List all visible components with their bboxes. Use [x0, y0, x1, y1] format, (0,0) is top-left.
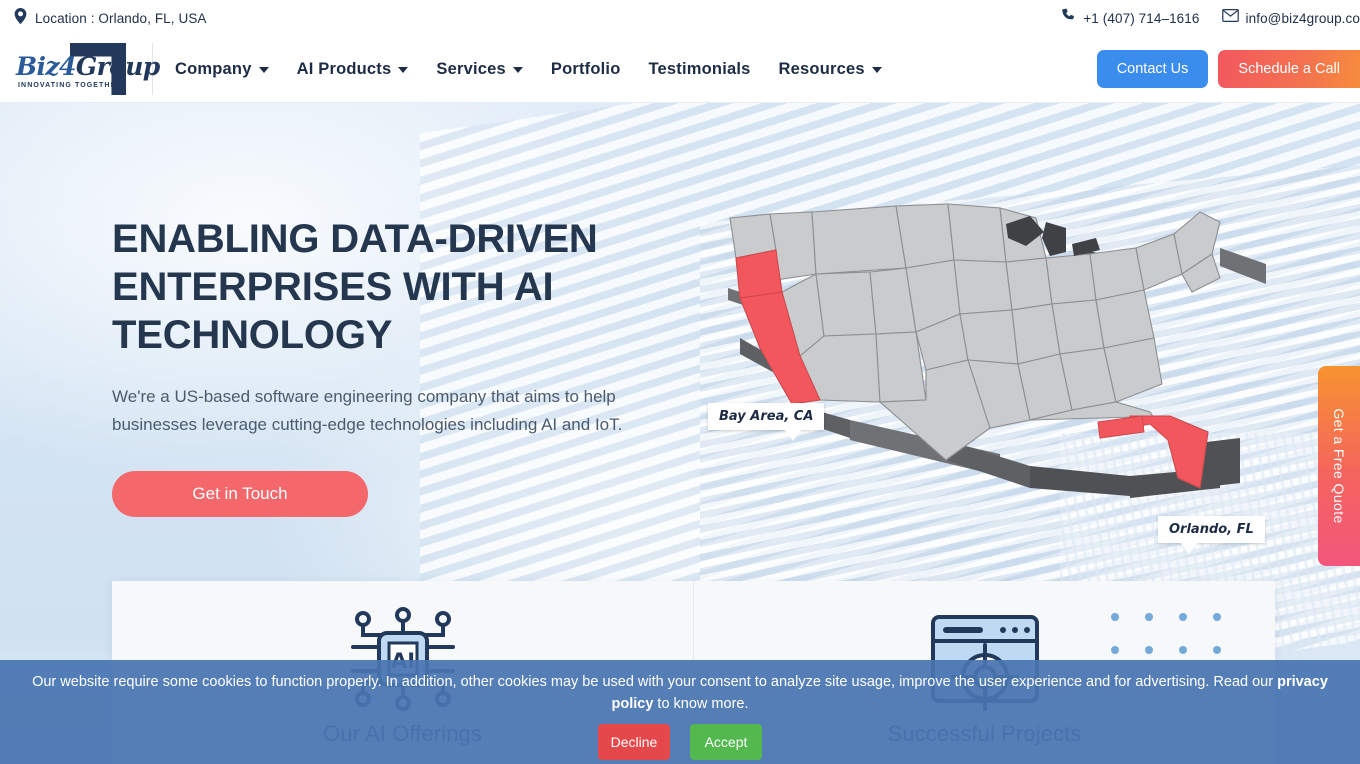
map-label-bay-area: Bay Area, CA: [708, 403, 825, 441]
dot: [1213, 613, 1221, 621]
nav-label: Services: [436, 59, 506, 78]
contact-block: +1 (407) 714–1616 info@biz4group.co: [1061, 8, 1360, 28]
map-label-orlando: Orlando, FL: [1158, 516, 1265, 554]
cookie-message: Our website require some cookies to func…: [20, 671, 1340, 715]
location-block: Location : Orlando, FL, USA: [14, 8, 207, 29]
dot: [1145, 613, 1153, 621]
nav-label: Testimonials: [648, 59, 751, 78]
us-map-svg: [728, 203, 1266, 498]
nav-item-company[interactable]: Company: [175, 60, 269, 79]
contact-us-button[interactable]: Contact Us: [1096, 50, 1209, 88]
logo-group: Group: [75, 52, 160, 81]
phone-icon: [1061, 8, 1076, 28]
decline-cookies-button[interactable]: Decline: [598, 724, 670, 760]
dot: [1213, 646, 1221, 654]
hero-title: ENABLING DATA-DRIVEN ENTERPRISES WITH AI…: [112, 217, 598, 357]
nav-item-services[interactable]: Services: [436, 60, 523, 79]
nav-label: Resources: [778, 59, 865, 78]
phone-item[interactable]: +1 (407) 714–1616: [1061, 8, 1199, 28]
dot: [1145, 646, 1153, 654]
logo-biz: Biz4: [16, 52, 76, 81]
email-address: info@biz4group.co: [1245, 10, 1360, 26]
location-text: Location : Orlando, FL, USA: [35, 11, 207, 26]
phone-number: +1 (407) 714–1616: [1083, 10, 1200, 26]
nav-label: Company: [175, 59, 252, 78]
envelope-icon: [1221, 9, 1239, 27]
cookie-text-before: Our website require some cookies to func…: [32, 674, 1278, 690]
logo[interactable]: Biz4Group INNOVATING TOGETHER: [12, 42, 160, 96]
chevron-down-icon: [512, 67, 523, 73]
logo-tagline: INNOVATING TOGETHER: [18, 82, 123, 89]
nav-label: Portfolio: [550, 59, 621, 78]
hero-subtitle: We're a US-based software engineering co…: [112, 387, 623, 434]
cookie-text-after: to know more.: [653, 696, 749, 712]
get-in-touch-button[interactable]: Get in Touch: [112, 471, 368, 517]
cookie-buttons: Decline Accept: [0, 724, 1360, 760]
floating-quote-tab[interactable]: Get a Free Quote: [1318, 366, 1360, 566]
nav-item-testimonials[interactable]: Testimonials: [649, 60, 751, 79]
dot: [1111, 646, 1119, 654]
hero-copy: ENABLING DATA-DRIVEN ENTERPRISES WITH AI…: [112, 215, 652, 517]
floating-quote-tab-label: Get a Free Quote: [1331, 408, 1347, 524]
logo-wordmark: Biz4Group: [16, 54, 160, 79]
cookie-consent-banner: Our website require some cookies to func…: [0, 660, 1360, 764]
chevron-down-icon: [398, 67, 409, 73]
nav-label: AI Products: [296, 59, 392, 78]
map-pin-icon: [14, 8, 27, 29]
nav-item-resources[interactable]: Resources: [779, 60, 882, 79]
dot: [1179, 646, 1187, 654]
map-states: [729, 203, 1221, 489]
email-item[interactable]: info@biz4group.co: [1221, 9, 1360, 27]
nav-item-portfolio[interactable]: Portfolio: [551, 60, 621, 79]
accept-cookies-button[interactable]: Accept: [690, 724, 762, 760]
nav-links: Company AI Products Services Portfolio T…: [175, 60, 882, 79]
main-navbar: Biz4Group INNOVATING TOGETHER Company AI…: [0, 36, 1360, 103]
chevron-down-icon: [871, 67, 882, 73]
nav-cta-group: Contact Us Schedule a Call: [1096, 50, 1360, 88]
dot: [1179, 613, 1187, 621]
nav-item-ai-products[interactable]: AI Products: [297, 60, 409, 79]
chevron-down-icon: [258, 67, 269, 73]
dot: [1111, 613, 1119, 621]
us-locations-map: Bay Area, CA Orlando, FL: [700, 188, 1300, 554]
top-info-bar: Location : Orlando, FL, USA +1 (407) 714…: [0, 0, 1360, 36]
schedule-a-call-button[interactable]: Schedule a Call: [1218, 50, 1360, 88]
page-root: Location : Orlando, FL, USA +1 (407) 714…: [0, 0, 1360, 764]
